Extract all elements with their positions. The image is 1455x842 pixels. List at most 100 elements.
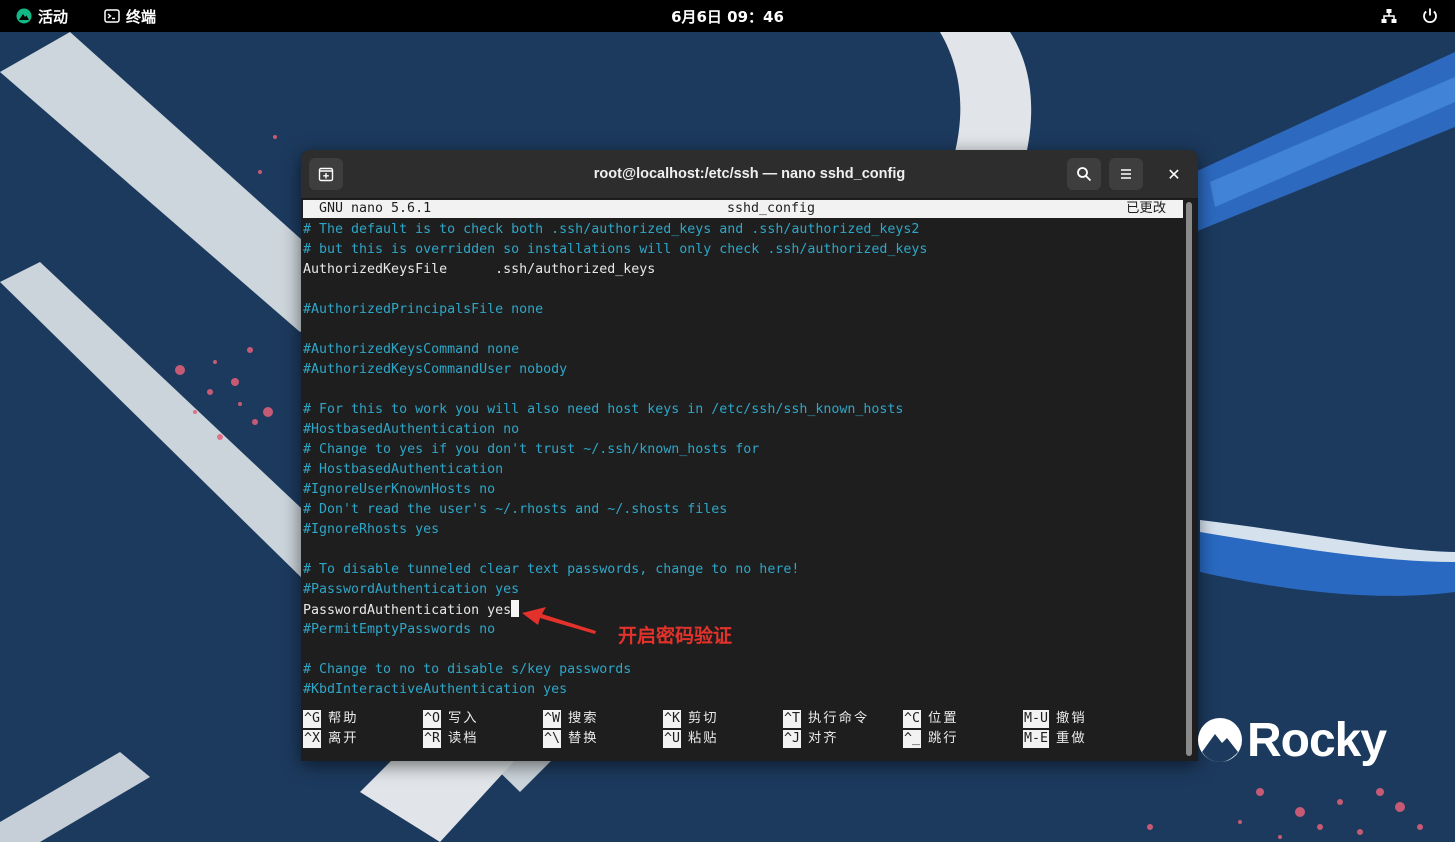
shortcut-key: ^U bbox=[663, 730, 682, 748]
shortcut-key: M-U bbox=[1023, 710, 1050, 728]
file-line-text: # For this to work you will also need ho… bbox=[303, 402, 904, 417]
file-line-text: # HostbasedAuthentication bbox=[303, 462, 504, 477]
shortcut-item[interactable]: ^J 对齐 bbox=[783, 730, 839, 748]
file-line[interactable]: AuthorizedKeysFile .ssh/authorized_keys bbox=[303, 260, 655, 280]
search-icon bbox=[1077, 167, 1092, 182]
shortcut-key: ^_ bbox=[903, 730, 922, 748]
shortcut-label: 对齐 bbox=[808, 731, 839, 746]
shortcut-key: ^W bbox=[543, 710, 562, 728]
window-title: root@localhost:/etc/ssh — nano sshd_conf… bbox=[593, 166, 906, 182]
file-line[interactable]: #HostbasedAuthentication no bbox=[303, 420, 519, 440]
shortcut-key: ^G bbox=[303, 710, 322, 728]
close-icon: ✕ bbox=[1167, 164, 1181, 184]
close-button[interactable]: ✕ bbox=[1157, 158, 1191, 190]
rocky-wordmark: Rocky bbox=[1247, 713, 1387, 767]
nano-filename: sshd_config bbox=[727, 201, 816, 216]
new-tab-icon bbox=[318, 167, 334, 182]
search-button[interactable] bbox=[1067, 158, 1101, 190]
window-titlebar[interactable]: root@localhost:/etc/ssh — nano sshd_conf… bbox=[301, 150, 1198, 199]
terminal-content[interactable]: GNU nano 5.6.1 sshd_config 已更改 # The def… bbox=[303, 200, 1183, 760]
file-line[interactable]: # Change to yes if you don't trust ~/.ss… bbox=[303, 440, 759, 460]
file-line[interactable]: #AuthorizedPrincipalsFile none bbox=[303, 300, 543, 320]
shortcut-item[interactable]: ^T 执行命令 bbox=[783, 710, 869, 728]
file-line-text: # Change to yes if you don't trust ~/.ss… bbox=[303, 442, 760, 457]
file-line[interactable]: #AuthorizedKeysCommand none bbox=[303, 340, 519, 360]
shortcut-item[interactable]: ^C 位置 bbox=[903, 710, 959, 728]
shortcut-label: 离开 bbox=[328, 731, 359, 746]
shortcut-label: 剪切 bbox=[688, 711, 719, 726]
new-tab-button[interactable] bbox=[309, 158, 343, 190]
file-line-text: #PasswordAuthentication yes bbox=[303, 582, 520, 597]
shortcut-key: ^J bbox=[783, 730, 802, 748]
file-line[interactable]: # Don't read the user's ~/.rhosts and ~/… bbox=[303, 500, 727, 520]
shortcut-item[interactable]: ^U 粘贴 bbox=[663, 730, 719, 748]
shortcut-item[interactable]: ^X 离开 bbox=[303, 730, 359, 748]
file-line[interactable]: # Change to no to disable s/key password… bbox=[303, 660, 631, 680]
file-line-text: #AuthorizedKeysCommandUser nobody bbox=[303, 362, 568, 377]
file-line-text: # Change to no to disable s/key password… bbox=[303, 662, 632, 677]
annotation-label: 开启密码验证 bbox=[618, 625, 733, 647]
shortcut-label: 跳行 bbox=[928, 731, 959, 746]
file-line[interactable]: # The default is to check both .ssh/auth… bbox=[303, 220, 919, 240]
file-line-text: # but this is overridden so installation… bbox=[303, 242, 928, 257]
shortcut-item[interactable]: ^_ 跳行 bbox=[903, 730, 959, 748]
shortcut-label: 搜索 bbox=[568, 711, 599, 726]
file-line[interactable]: #PasswordAuthentication yes bbox=[303, 580, 519, 600]
power-icon[interactable] bbox=[1421, 0, 1439, 32]
shortcut-item[interactable]: ^\ 替换 bbox=[543, 730, 599, 748]
file-line[interactable]: # For this to work you will also need ho… bbox=[303, 400, 903, 420]
shortcut-label: 执行命令 bbox=[808, 711, 870, 726]
file-line[interactable]: PasswordAuthentication yes bbox=[303, 600, 520, 620]
file-line-text: PasswordAuthentication yes bbox=[303, 603, 512, 618]
file-line[interactable]: #KbdInteractiveAuthentication yes bbox=[303, 680, 567, 700]
scrollbar[interactable] bbox=[1186, 202, 1192, 756]
shortcut-item[interactable]: M-U 撤销 bbox=[1023, 710, 1087, 728]
power-symbol-icon bbox=[1423, 8, 1437, 23]
file-line[interactable]: #IgnoreRhosts yes bbox=[303, 520, 439, 540]
file-line-text: #PermitEmptyPasswords no bbox=[303, 622, 496, 637]
text-cursor bbox=[511, 600, 520, 617]
file-line-text: # Don't read the user's ~/.rhosts and ~/… bbox=[303, 502, 728, 517]
file-line[interactable]: # HostbasedAuthentication bbox=[303, 460, 503, 480]
shortcut-key: ^O bbox=[423, 710, 442, 728]
shortcut-label: 写入 bbox=[448, 711, 479, 726]
shortcut-label: 撤销 bbox=[1056, 711, 1087, 726]
clock[interactable]: 6月6日 09：46 bbox=[0, 0, 1455, 32]
network-wired-icon bbox=[1381, 9, 1397, 23]
nano-modified-status: 已更改 bbox=[1126, 201, 1166, 216]
shortcut-label: 替换 bbox=[568, 731, 599, 746]
shortcut-key: ^T bbox=[783, 710, 802, 728]
file-line[interactable]: #AuthorizedKeysCommandUser nobody bbox=[303, 360, 567, 380]
shortcut-label: 帮助 bbox=[328, 711, 359, 726]
shortcut-label: 读档 bbox=[448, 731, 479, 746]
shortcut-item[interactable]: ^G 帮助 bbox=[303, 710, 359, 728]
shortcut-label: 粘贴 bbox=[688, 731, 719, 746]
shortcut-key: ^\ bbox=[543, 730, 562, 748]
rocky-logo: Rocky bbox=[1197, 712, 1387, 768]
terminal-window[interactable]: root@localhost:/etc/ssh — nano sshd_conf… bbox=[301, 150, 1198, 761]
file-line-text: #KbdInteractiveAuthentication yes bbox=[303, 682, 568, 697]
shortcut-label: 重做 bbox=[1056, 731, 1087, 746]
menu-button[interactable] bbox=[1109, 158, 1143, 190]
shortcut-item[interactable]: ^O 写入 bbox=[423, 710, 479, 728]
file-line-text: #IgnoreUserKnownHosts no bbox=[303, 482, 496, 497]
shortcut-key: ^X bbox=[303, 730, 322, 748]
shortcut-key: ^K bbox=[663, 710, 682, 728]
file-line-text: #HostbasedAuthentication no bbox=[303, 422, 520, 437]
file-line[interactable]: # but this is overridden so installation… bbox=[303, 240, 927, 260]
shortcut-item[interactable]: ^W 搜索 bbox=[543, 710, 599, 728]
shortcut-item[interactable]: ^K 剪切 bbox=[663, 710, 719, 728]
file-line[interactable]: # To disable tunneled clear text passwor… bbox=[303, 560, 799, 580]
menu-icon bbox=[1121, 169, 1131, 179]
file-line-text: #AuthorizedPrincipalsFile none bbox=[303, 302, 544, 317]
shortcut-item[interactable]: M-E 重做 bbox=[1023, 730, 1087, 748]
file-line[interactable]: #PermitEmptyPasswords no bbox=[303, 620, 495, 640]
file-line[interactable]: #IgnoreUserKnownHosts no bbox=[303, 480, 495, 500]
top-bar: 活动 终端 6月6日 09：46 bbox=[0, 0, 1455, 32]
shortcut-key: ^C bbox=[903, 710, 922, 728]
network-icon[interactable] bbox=[1380, 0, 1398, 32]
shortcut-item[interactable]: ^R 读档 bbox=[423, 730, 479, 748]
rocky-mark-icon bbox=[1198, 718, 1242, 762]
file-line-text: #AuthorizedKeysCommand none bbox=[303, 342, 520, 357]
nano-version: GNU nano 5.6.1 bbox=[319, 201, 432, 216]
